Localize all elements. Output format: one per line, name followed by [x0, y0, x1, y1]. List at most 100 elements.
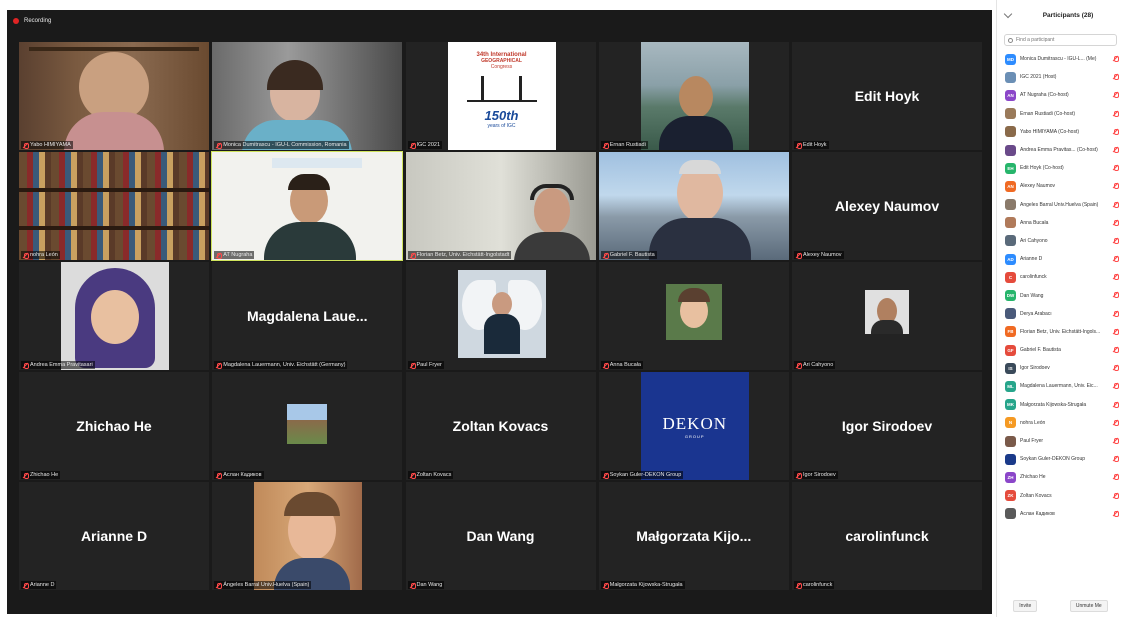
muted-mic-icon[interactable] — [1113, 328, 1119, 335]
video-tile[interactable]: Andrea Emma Pravitasari — [19, 262, 209, 370]
muted-mic-icon[interactable] — [1113, 237, 1119, 244]
muted-mic-icon[interactable] — [1113, 383, 1119, 390]
invite-button[interactable]: Invite — [1013, 600, 1038, 612]
muted-mic-icon[interactable] — [1113, 146, 1119, 153]
muted-mic-icon[interactable] — [1113, 256, 1119, 263]
participant-row[interactable]: AN Alexey Naumov — [997, 177, 1123, 195]
participant-row[interactable]: DW Dan Wang — [997, 286, 1123, 304]
muted-mic-icon[interactable] — [1113, 310, 1119, 317]
participant-row[interactable]: Derya Arabacı — [997, 305, 1123, 323]
participant-row[interactable]: ML Magdalena Lauermann, Univ. Eic... — [997, 377, 1123, 395]
muted-mic-icon[interactable] — [1113, 292, 1119, 299]
muted-mic-icon[interactable] — [1113, 401, 1119, 408]
video-tile[interactable]: Zhichao He Zhichao He — [19, 372, 209, 480]
participant-name: Dan Wang — [1020, 292, 1044, 299]
participant-row[interactable]: Yabo HIMIYAMA (Co-host) — [997, 123, 1123, 141]
participant-row[interactable]: Anna Bucała — [997, 214, 1123, 232]
tile-big-name: Małgorzata Kijo... — [636, 528, 752, 544]
video-tile[interactable]: Gabriel F. Bautista — [598, 152, 789, 260]
video-tile[interactable]: nohra León — [19, 152, 209, 260]
recording-indicator[interactable]: Recording — [7, 10, 992, 32]
participant-row[interactable]: Andrea Emma Pravitas... (Co-host) — [997, 141, 1123, 159]
muted-mic-icon[interactable] — [1113, 128, 1119, 135]
participant-row[interactable]: IGC 2021 (Host) — [997, 68, 1123, 86]
video-tile[interactable]: Monica Dumitrascu - IGU-L Commission, Ro… — [212, 42, 403, 150]
muted-mic-icon[interactable] — [1113, 110, 1119, 117]
tile-name-text: Аслан Кадиков — [223, 472, 262, 478]
tile-name-label: Dan Wang — [407, 581, 445, 589]
participant-search[interactable] — [1004, 34, 1117, 46]
participant-row[interactable]: N nohra León — [997, 414, 1123, 432]
participant-name: Arianne D — [1020, 256, 1043, 263]
muted-mic-icon[interactable] — [1113, 274, 1119, 281]
participant-row[interactable]: EH Edit Hoyk (Co-host) — [997, 159, 1123, 177]
tile-big-name: Alexey Naumov — [834, 198, 940, 214]
tile-name-label: Gabriel F. Bautista — [600, 251, 657, 259]
video-tile[interactable]: Edit Hoyk Edit Hoyk — [792, 42, 982, 150]
participant-row[interactable]: ZK Zoltan Kovacs — [997, 487, 1123, 505]
video-tile[interactable]: Igor Sirodoev Igor Sirodoev — [792, 372, 982, 480]
participant-row[interactable]: Soykan Guler-DEKON Group — [997, 450, 1123, 468]
muted-mic-icon[interactable] — [1113, 419, 1119, 426]
participant-row[interactable]: Paul Fryer — [997, 432, 1123, 450]
participant-row[interactable]: Ernan Rustiadi (Co-host) — [997, 105, 1123, 123]
participant-row[interactable]: Ángeles Barral Univ.Huelva (Spain) — [997, 196, 1123, 214]
search-input[interactable] — [1016, 37, 1116, 43]
participant-row[interactable]: Аслан Кадиков — [997, 505, 1123, 523]
video-tile[interactable]: Dan Wang Dan Wang — [405, 482, 596, 590]
video-tile[interactable]: Paul Fryer — [405, 262, 596, 370]
video-tile[interactable]: Florian Betz, Univ. Eichstätt-Ingolstadt — [405, 152, 596, 260]
muted-mic-icon[interactable] — [1113, 165, 1119, 172]
video-tile[interactable]: Małgorzata Kijo... Małgorzata Kijowska-St… — [598, 482, 789, 590]
muted-mic-icon[interactable] — [1113, 347, 1119, 353]
video-tile[interactable]: AT Nugraha — [211, 151, 404, 261]
muted-mic-icon[interactable] — [1113, 474, 1119, 481]
participant-name: AT Nugraha (Co-host) — [1020, 92, 1069, 99]
video-feed — [254, 482, 363, 590]
unmute-me-button[interactable]: Unmute Me — [1069, 600, 1108, 612]
tile-name-text: Magdalena Lauermann, Univ. Eichstätt (Ge… — [223, 362, 346, 368]
tile-name-text: nohra León — [30, 252, 58, 258]
participant-row[interactable]: C carolinfunck — [997, 268, 1123, 286]
muted-mic-icon[interactable] — [1113, 183, 1119, 190]
participant-row[interactable]: Ari Cahyono — [997, 232, 1123, 250]
muted-mic-icon — [796, 252, 802, 259]
video-tile[interactable]: Yabo HIMIYAMA — [19, 42, 209, 150]
participant-row[interactable]: AN AT Nugraha (Co-host) — [997, 86, 1123, 104]
participant-row[interactable]: ZH Zhichao He — [997, 468, 1123, 486]
video-tile[interactable]: Ernan Rustiadi — [598, 42, 789, 150]
muted-mic-icon[interactable] — [1113, 437, 1119, 444]
muted-mic-icon[interactable] — [1113, 492, 1119, 499]
video-tile[interactable]: Аслан Кадиков — [212, 372, 403, 480]
muted-mic-icon[interactable] — [1113, 219, 1119, 226]
video-tile[interactable]: DEKON GROUP Soykan Guler-DEKON Group — [598, 372, 789, 480]
video-tile[interactable]: Ángeles Barral Univ.Huelva (Spain) — [212, 482, 403, 590]
tile-name-label: Magdalena Lauermann, Univ. Eichstätt (Ge… — [214, 361, 348, 369]
video-tile[interactable]: Ari Cahyono — [792, 262, 982, 370]
video-tile[interactable]: carolinfunck carolinfunck — [792, 482, 982, 590]
muted-mic-icon[interactable] — [1113, 92, 1119, 99]
video-tile[interactable]: Magdalena Laue... Magdalena Lauermann, Un… — [212, 262, 403, 370]
participant-row[interactable]: FB Florian Betz, Univ. Eichstätt-Ingols.… — [997, 323, 1123, 341]
muted-mic-icon[interactable] — [1113, 456, 1119, 463]
video-tile[interactable]: Alexey Naumov Alexey Naumov — [792, 152, 982, 260]
participant-row[interactable]: IS Igor Sirodoev — [997, 359, 1123, 377]
muted-mic-icon — [796, 582, 802, 589]
muted-mic-icon[interactable] — [1113, 56, 1119, 62]
video-tile[interactable]: Anna Bucała — [598, 262, 789, 370]
video-tile[interactable]: 34th International GEOGRAPHICAL Congress… — [405, 42, 596, 150]
video-tile[interactable]: Zoltan Kovacs Zoltan Kovacs — [405, 372, 596, 480]
participant-row[interactable]: MD Monica Dumitrascu - IGU-L... (Me) — [997, 50, 1123, 68]
muted-mic-icon — [410, 472, 416, 479]
video-tile[interactable]: Arianne D Arianne D — [19, 482, 209, 590]
muted-mic-icon[interactable] — [1113, 201, 1119, 208]
muted-mic-icon[interactable] — [1113, 365, 1119, 372]
muted-mic-icon[interactable] — [1113, 74, 1119, 81]
participant-avatar — [1005, 108, 1016, 120]
muted-mic-icon[interactable] — [1113, 510, 1119, 517]
tile-name-label: Małgorzata Kijowska-Strugała — [600, 581, 685, 589]
participant-row[interactable]: AD Arianne D — [997, 250, 1123, 268]
participant-avatar: FB — [1005, 326, 1016, 338]
participant-row[interactable]: MK Małgorzata Kijowska-Strugała — [997, 396, 1123, 414]
participant-row[interactable]: GF Gabriel F. Bautista — [997, 341, 1123, 359]
